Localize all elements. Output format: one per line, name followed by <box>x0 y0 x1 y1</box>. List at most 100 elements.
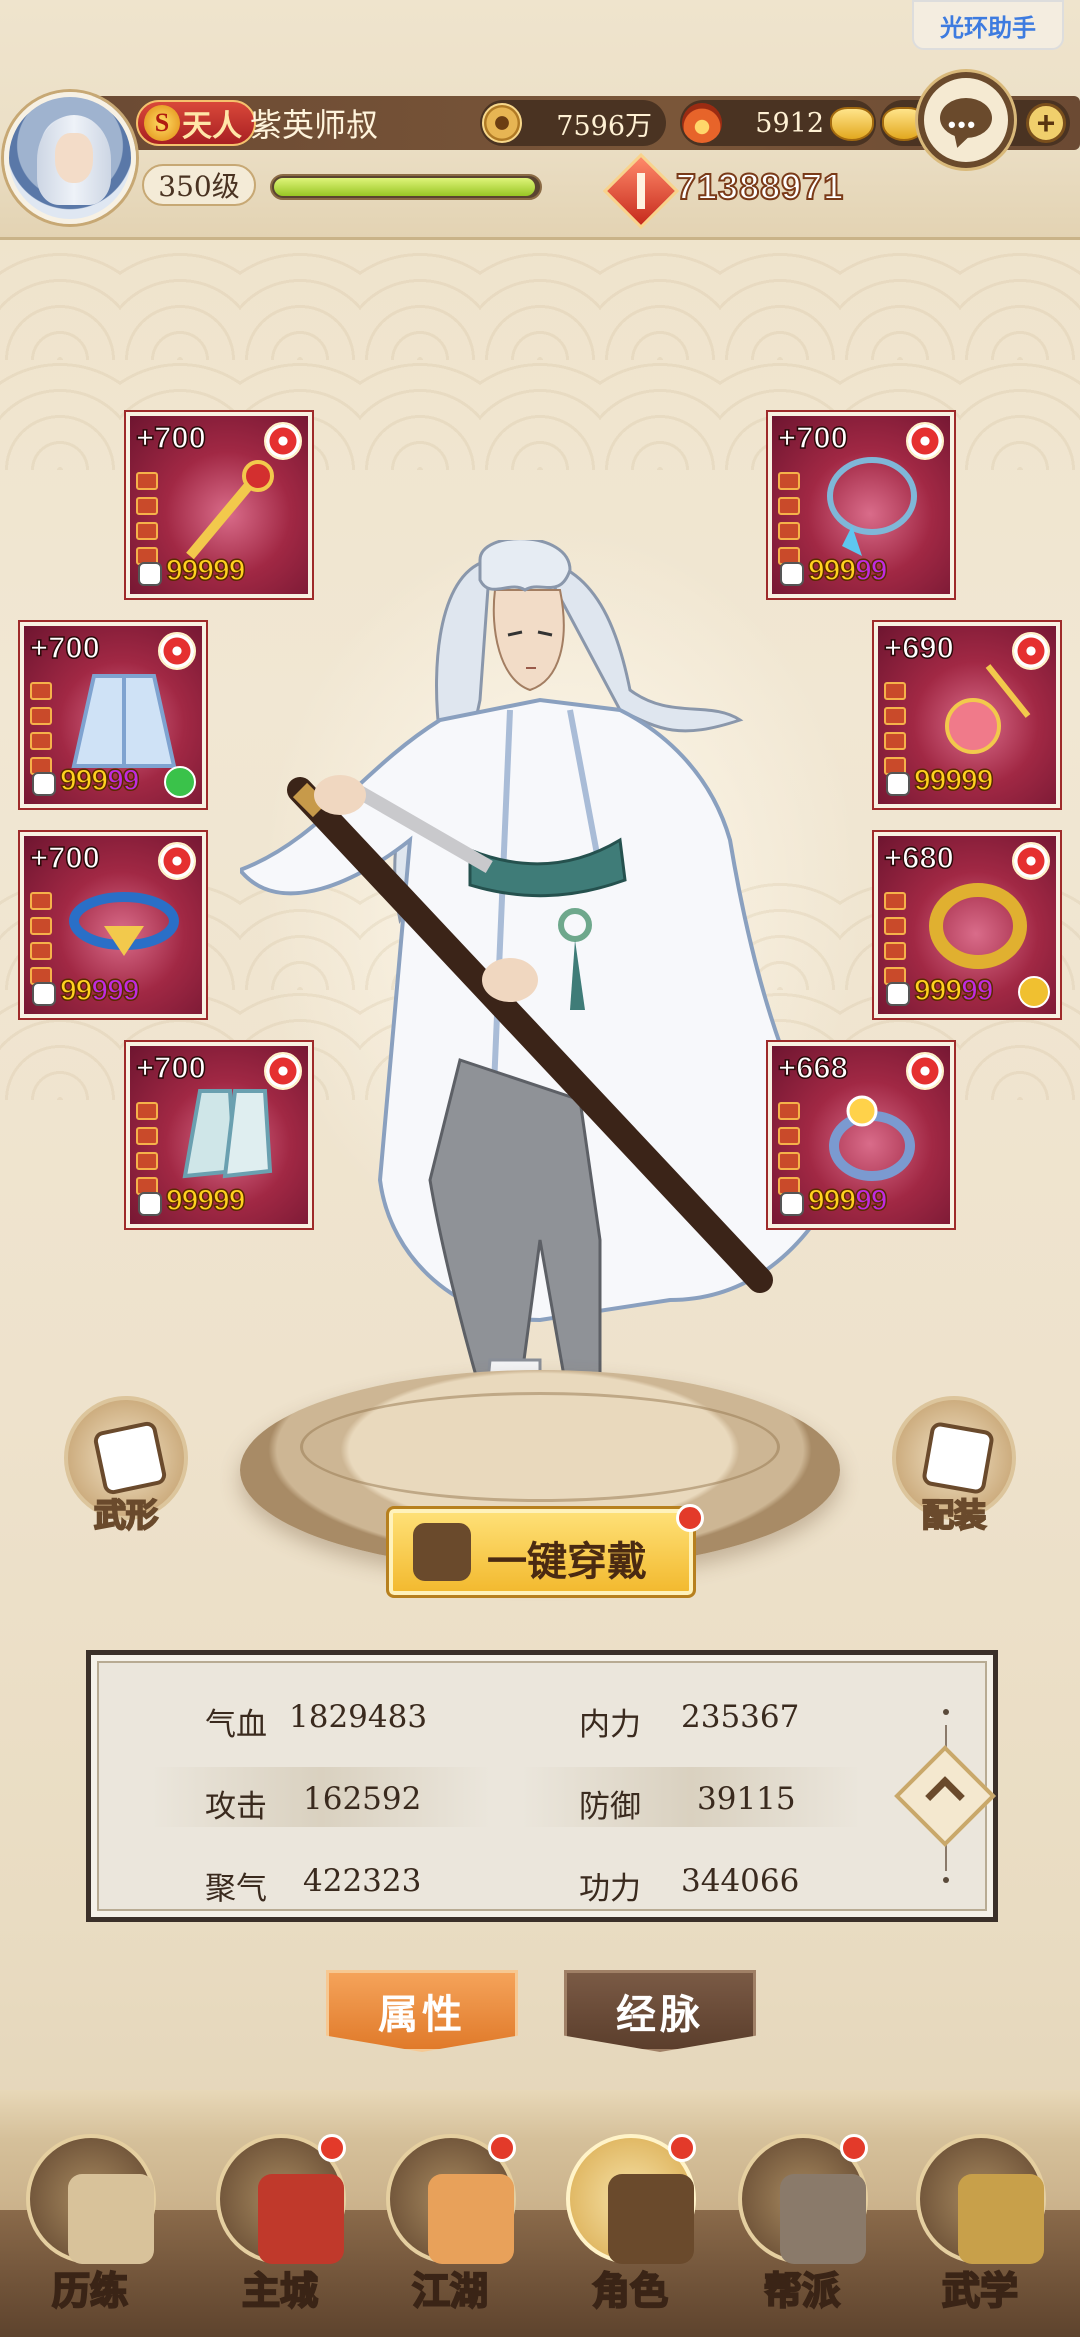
lock-icon <box>32 982 56 1006</box>
nav-item-0[interactable]: 历练 <box>10 2114 170 2329</box>
nav-label: 主城 <box>241 2267 319 2314</box>
nav-icon-circle <box>916 2134 1046 2264</box>
nav-label: 角色 <box>591 2267 669 2314</box>
gem-sockets <box>30 682 52 782</box>
enhance-level: +700 <box>135 419 206 456</box>
enhance-level: +668 <box>777 1049 848 1086</box>
nav-icon <box>258 2174 344 2264</box>
necklace-icon <box>812 446 932 570</box>
equip-all-badge <box>676 1504 704 1532</box>
lock-icon <box>780 562 804 586</box>
avatar-face <box>55 133 93 183</box>
refine-suns: 99999 <box>807 553 888 588</box>
power-value: 71388971 <box>675 165 845 208</box>
expand-stats-button[interactable] <box>894 1745 996 1847</box>
nav-icon <box>958 2174 1044 2264</box>
equip-slot-boots[interactable]: +700 99999 <box>124 1040 314 1230</box>
rank-badge: S 天人 <box>136 100 256 146</box>
equip-slot-bracelet[interactable]: +680 99999 <box>872 830 1062 1020</box>
nav-badge <box>668 2134 696 2162</box>
enhance-level: +690 <box>883 629 954 666</box>
chat-dots: ••• <box>948 112 978 137</box>
exp-bar-fill <box>274 178 535 196</box>
lotus-pendant-icon <box>918 656 1038 780</box>
bangle-icon <box>918 866 1038 990</box>
gem-sockets <box>884 682 906 782</box>
lock-icon <box>886 772 910 796</box>
gem-sockets <box>30 892 52 992</box>
rank-s-icon: S <box>144 105 180 141</box>
helper-button[interactable]: 光环助手 <box>912 0 1064 50</box>
enhance-level: +700 <box>135 1049 206 1086</box>
nav-item-3[interactable]: 角色 <box>550 2114 710 2329</box>
equip-all-icon <box>413 1523 471 1581</box>
stat-value: 162592 <box>303 1781 422 1817</box>
lock-icon <box>138 1192 162 1216</box>
wuxing-icon <box>92 1420 168 1496</box>
refine-suns: 99999 <box>59 763 140 798</box>
equip-slot-necklace[interactable]: +700 99999 <box>766 410 956 600</box>
refine-suns: 99999 <box>59 973 140 1008</box>
gem-sockets <box>136 472 158 572</box>
nav-item-5[interactable]: 武学 <box>900 2114 1060 2329</box>
refine-suns: 99999 <box>165 553 246 588</box>
equip-slot-artifact[interactable]: +690 99999 <box>872 620 1062 810</box>
star-badge-icon <box>1012 632 1050 670</box>
equip-slot-belt[interactable]: +700 99999 <box>18 830 208 1020</box>
star-badge-icon <box>1012 842 1050 880</box>
chat-button[interactable]: ••• <box>918 72 1014 168</box>
stat-value: 422323 <box>303 1863 422 1899</box>
stat-label: 攻击 <box>205 1789 267 1825</box>
enhance-level: +700 <box>29 629 100 666</box>
wuxing-label: 武形 <box>93 1495 159 1535</box>
equip-slot-weapon[interactable]: +700 99999 <box>124 410 314 600</box>
robe-icon <box>64 656 184 780</box>
equip-all-button[interactable]: 一键穿戴 <box>386 1506 696 1598</box>
tab-attributes[interactable]: 属性 <box>326 1970 518 2052</box>
peizhuang-icon <box>920 1420 996 1496</box>
stat-value: 344066 <box>681 1863 800 1899</box>
nav-icon-circle <box>26 2134 156 2264</box>
fire-icon <box>682 103 722 143</box>
link-icon <box>164 766 196 798</box>
level-pill: 350级 <box>142 164 256 206</box>
stats-panel: 气血 1829483 内力 235367 攻击 162592 防御 39115 … <box>86 1650 998 1922</box>
equip-slot-ring[interactable]: +668 99999 <box>766 1040 956 1230</box>
lock-icon <box>32 772 56 796</box>
stat-value: 235367 <box>681 1699 800 1735</box>
stat-value: 1829483 <box>289 1699 428 1735</box>
stat-label: 防御 <box>579 1789 641 1825</box>
stat-label: 内力 <box>579 1707 641 1743</box>
boots-icon <box>170 1076 290 1200</box>
coins-value: 7596万 <box>556 110 652 142</box>
nav-label: 江湖 <box>411 2267 489 2314</box>
hero-character <box>240 540 840 1493</box>
nav-item-4[interactable]: 帮派 <box>722 2114 882 2329</box>
nav-item-2[interactable]: 江湖 <box>370 2114 530 2329</box>
stat-label: 气血 <box>205 1707 267 1743</box>
header: 光环助手 S 天人 紫英师叔 7596万 5912 1 + ••• 350级 7… <box>0 0 1080 240</box>
star-badge-icon <box>264 1052 302 1090</box>
coin-icon <box>482 103 522 143</box>
peizhuang-label: 配装 <box>921 1495 987 1535</box>
gem-sockets <box>136 1102 158 1202</box>
plus-icon[interactable]: + <box>1026 103 1066 143</box>
nav-icon <box>780 2174 866 2264</box>
nav-badge <box>840 2134 868 2162</box>
nav-label: 帮派 <box>763 2267 841 2314</box>
nav-item-1[interactable]: 主城 <box>200 2114 360 2329</box>
tab-meridians[interactable]: 经脉 <box>564 1970 756 2052</box>
nav-label: 武学 <box>941 2267 1019 2314</box>
refine-suns: 99999 <box>913 763 994 798</box>
equip-slot-armor[interactable]: +700 99999 <box>18 620 208 810</box>
sword-icon <box>170 446 290 570</box>
stat-value: 39115 <box>697 1781 796 1817</box>
avatar[interactable] <box>4 92 136 224</box>
nav-icon <box>428 2174 514 2264</box>
stat-label: 功力 <box>579 1871 641 1907</box>
gem-sockets <box>778 472 800 572</box>
ingot-small-icon <box>830 107 874 141</box>
gem-sockets <box>884 892 906 992</box>
refine-suns: 99999 <box>807 1183 888 1218</box>
lock-icon <box>886 982 910 1006</box>
